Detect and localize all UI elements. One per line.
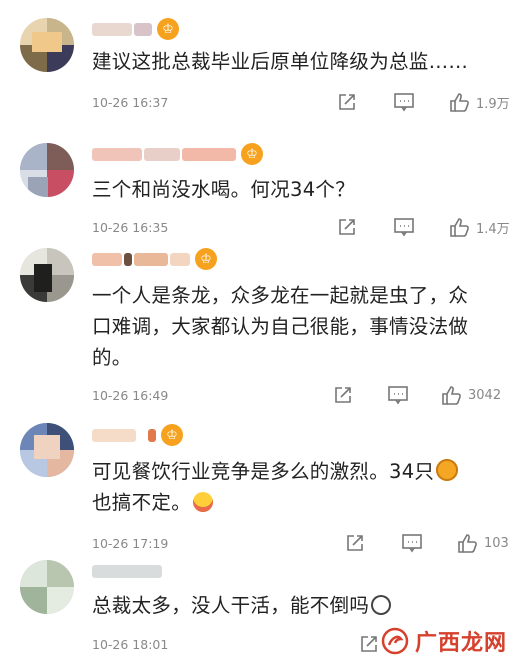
comment-button[interactable] bbox=[393, 217, 415, 237]
like-icon bbox=[450, 93, 469, 112]
vip-crown-icon: ♔ bbox=[241, 143, 263, 165]
share-button[interactable] bbox=[337, 92, 357, 112]
comment-text-line: 也搞不定。 bbox=[92, 487, 499, 518]
avatar[interactable] bbox=[20, 423, 74, 477]
avatar[interactable] bbox=[20, 18, 74, 72]
comment-text: 三个和尚没水喝。何况34个？ bbox=[92, 178, 356, 201]
dragon-logo-icon bbox=[381, 627, 409, 655]
share-icon bbox=[347, 535, 363, 551]
username-blurred bbox=[134, 252, 168, 266]
like-button[interactable]: 3042 bbox=[441, 384, 501, 406]
comment-text-line: 口难调，大家都认为自己很能，事情没法做 bbox=[92, 315, 469, 338]
username-blurred bbox=[92, 147, 142, 161]
comment-text: 可见餐饮行业竞争是多么的激烈。34只 也搞不定。 bbox=[92, 456, 499, 518]
tiger-emoji-icon bbox=[436, 459, 459, 481]
comment-time: 10-26 17:19 bbox=[92, 536, 169, 551]
like-count: 103 bbox=[484, 535, 509, 551]
comment-text-segment: 可见餐饮行业竞争是多么的激烈。34只 bbox=[92, 460, 435, 483]
username[interactable]: ♔ bbox=[92, 424, 183, 446]
comment-text-line: 一个人是条龙，众多龙在一起就是虫了，众 bbox=[92, 284, 469, 307]
username[interactable]: ♔ bbox=[92, 18, 179, 40]
comment-icon bbox=[402, 534, 422, 553]
like-icon bbox=[458, 534, 477, 553]
username-blurred bbox=[92, 22, 132, 36]
username-blurred bbox=[144, 147, 180, 161]
username-blurred bbox=[134, 22, 152, 36]
comment-text: 一个人是条龙，众多龙在一起就是虫了，众 口难调，大家都认为自己很能，事情没法做 … bbox=[92, 280, 499, 373]
share-button[interactable] bbox=[333, 385, 353, 405]
like-icon bbox=[442, 386, 461, 405]
comment-button[interactable] bbox=[387, 385, 409, 405]
comment-text-segment: 总裁太多，没人干活，能不倒吗 bbox=[92, 594, 370, 617]
vip-crown-icon: ♔ bbox=[157, 18, 179, 40]
username-blurred bbox=[92, 252, 122, 266]
comment-time: 10-26 16:37 bbox=[92, 95, 169, 110]
comment-icon bbox=[394, 218, 414, 237]
username[interactable]: ♔ bbox=[92, 248, 217, 270]
vip-crown-icon: ♔ bbox=[161, 424, 183, 446]
like-button[interactable]: 1.9万 bbox=[449, 91, 510, 113]
comment-time: 10-26 16:35 bbox=[92, 220, 169, 235]
like-button[interactable]: 1.4万 bbox=[449, 216, 510, 238]
vip-crown-icon: ♔ bbox=[195, 248, 217, 270]
username[interactable] bbox=[92, 560, 162, 582]
laugh-emoji-icon bbox=[193, 492, 214, 512]
comment-icon bbox=[388, 386, 408, 405]
watermark-text: 广西龙网 bbox=[414, 631, 507, 656]
comment-text: 总裁太多，没人干活，能不倒吗 bbox=[92, 590, 499, 621]
username-blurred bbox=[182, 147, 236, 161]
scared-emoji-icon bbox=[371, 595, 392, 615]
share-icon bbox=[339, 94, 355, 110]
comment-time: 10-26 18:01 bbox=[92, 637, 169, 652]
like-count: 1.9万 bbox=[476, 96, 510, 112]
share-button[interactable] bbox=[359, 634, 379, 654]
username-blurred bbox=[170, 252, 190, 266]
share-icon bbox=[335, 387, 351, 403]
comment-time: 10-26 16:49 bbox=[92, 388, 169, 403]
username-blurred bbox=[124, 252, 132, 266]
username-blurred bbox=[148, 428, 156, 442]
comment-button[interactable] bbox=[393, 92, 415, 112]
username[interactable]: ♔ bbox=[92, 143, 263, 165]
like-button[interactable]: 103 bbox=[457, 532, 509, 554]
like-icon bbox=[450, 218, 469, 237]
avatar[interactable] bbox=[20, 560, 74, 614]
like-count: 3042 bbox=[468, 387, 502, 403]
share-button[interactable] bbox=[345, 533, 365, 553]
comment-button[interactable] bbox=[401, 533, 423, 553]
like-count: 1.4万 bbox=[476, 221, 510, 237]
share-button[interactable] bbox=[337, 217, 357, 237]
site-watermark: 广西龙网 bbox=[378, 623, 511, 659]
comment-text-segment: 也搞不定。 bbox=[92, 491, 192, 514]
username-blurred bbox=[92, 428, 136, 442]
comment-icon bbox=[394, 93, 414, 112]
share-icon bbox=[339, 219, 355, 235]
comment-text-line: 的。 bbox=[92, 346, 132, 369]
avatar[interactable] bbox=[20, 248, 74, 302]
share-icon bbox=[361, 636, 377, 652]
comment-text-line: 可见餐饮行业竞争是多么的激烈。34只 bbox=[92, 456, 499, 487]
comment-text: 建议这批总裁毕业后原单位降级为总监…… bbox=[92, 50, 469, 73]
avatar[interactable] bbox=[20, 143, 74, 197]
username-blurred bbox=[92, 564, 162, 578]
